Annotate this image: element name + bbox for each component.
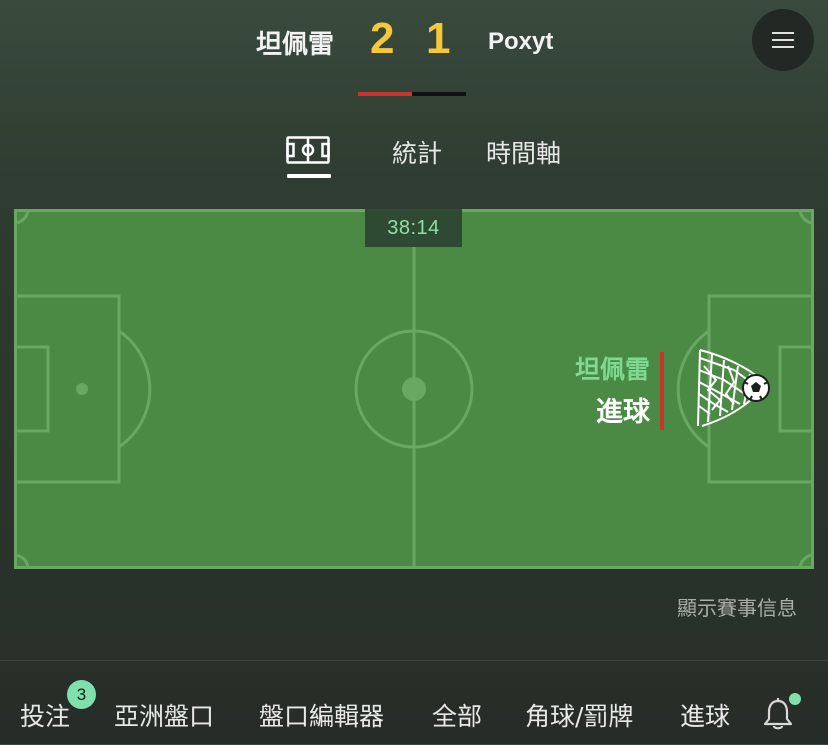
event-type-label: 進球: [596, 397, 650, 428]
possession-bar: [358, 92, 466, 96]
nav-item-all[interactable]: 全部: [432, 697, 482, 733]
nav-item-asian-handicap[interactable]: 亞洲盤口: [114, 697, 214, 733]
tab-pitch[interactable]: [286, 136, 330, 170]
away-team-name: Poxyt: [488, 28, 554, 55]
bottom-navigation: 投注 3 亞洲盤口 盤口編輯器 全部 角球/罰牌 進球: [0, 660, 828, 745]
menu-button[interactable]: [752, 9, 814, 71]
event-team-name: 坦佩雷: [574, 355, 650, 384]
nav-item-goals[interactable]: 進球: [680, 697, 730, 733]
possession-bar-home-fill: [358, 92, 412, 96]
home-score: 2: [370, 14, 395, 63]
nav-item-bets[interactable]: 投注: [20, 697, 70, 733]
scoreboard: 坦佩雷 2 1 Poxyt: [0, 0, 828, 110]
bets-count-badge: 3: [67, 680, 96, 709]
tab-timeline[interactable]: 時間軸: [486, 134, 561, 170]
notification-dot: [789, 693, 801, 705]
event-marker-bar: [660, 352, 664, 430]
goal-net-ball-icon: [694, 346, 778, 430]
hamburger-icon: [772, 32, 794, 48]
nav-item-bet-builder[interactable]: 盤口編輯器: [259, 697, 384, 733]
view-tabs: 統計 時間軸: [0, 128, 828, 180]
nav-item-corners-cards[interactable]: 角球/罰牌: [525, 697, 633, 733]
match-clock: 38:14: [365, 209, 462, 247]
tab-stats[interactable]: 統計: [392, 134, 442, 170]
show-match-info-link[interactable]: 顯示賽事信息: [677, 592, 797, 621]
active-tab-indicator: [287, 174, 331, 178]
away-score: 1: [426, 14, 451, 63]
home-team-name: 坦佩雷: [255, 30, 334, 60]
pitch-icon: [286, 136, 330, 164]
